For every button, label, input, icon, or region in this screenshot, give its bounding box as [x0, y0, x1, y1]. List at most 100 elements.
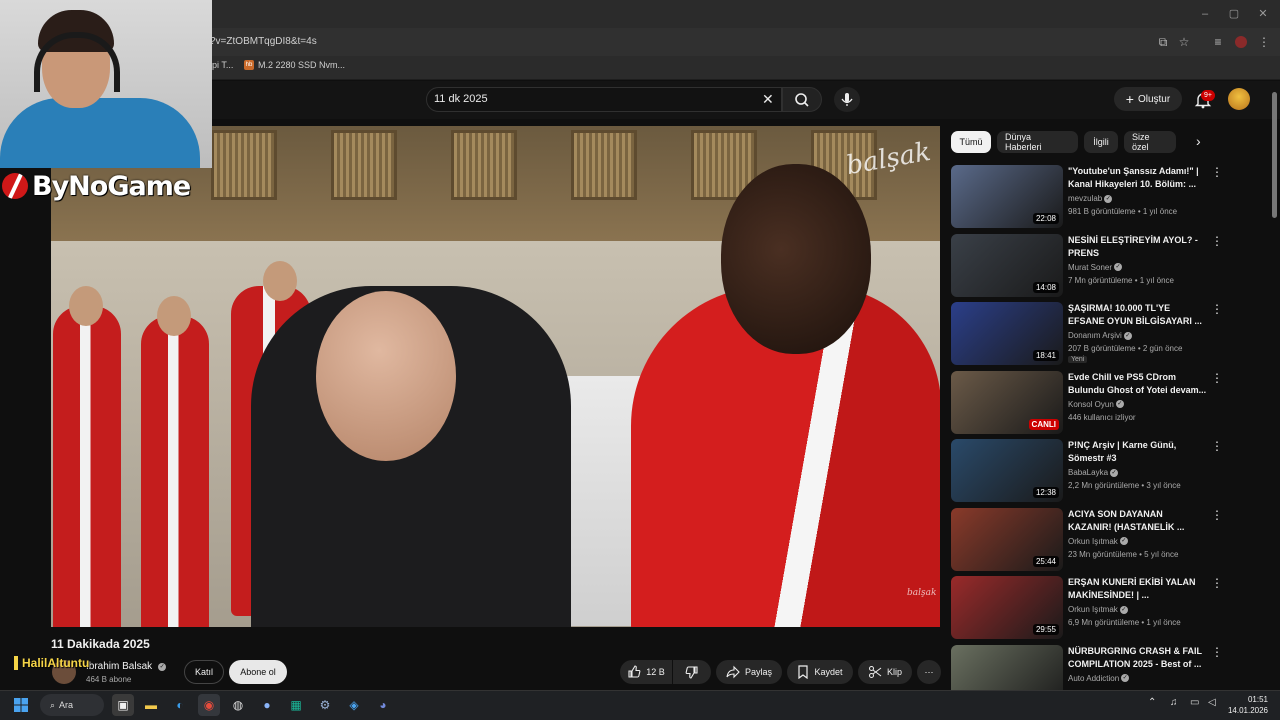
search-button[interactable]	[782, 87, 822, 112]
channel-name[interactable]: BabaLayka	[1068, 468, 1108, 477]
recommended-video[interactable]: 18:41 ŞAŞIRMA! 10.000 TL'YE EFSANE OYUN B…	[951, 302, 1267, 368]
recommended-title[interactable]: "Youtube'un Şanssız Adamı!" | Kanal Hika…	[1068, 165, 1208, 191]
voice-search-button[interactable]	[834, 87, 860, 112]
app-icon[interactable]: ▦	[285, 694, 307, 716]
chrome-icon[interactable]: ◉	[198, 694, 220, 716]
like-button[interactable]: 12 B	[620, 660, 672, 684]
recommended-channel[interactable]: Orkun Işıtmak ✓	[1068, 537, 1128, 546]
recommended-video[interactable]: 12:38 P!NÇ Arşiv | Karne Günü, Sömestr #3…	[951, 439, 1267, 505]
more-options-icon[interactable]: ⋮	[1211, 439, 1223, 453]
video-thumbnail[interactable]: 25:44	[951, 507, 1063, 571]
recommended-title[interactable]: NESİNİ ELEŞTİREYİM AYOL? - PRENS	[1068, 234, 1208, 260]
channel-name[interactable]: mevzulab	[1068, 194, 1102, 203]
close-window-icon[interactable]: ✕	[1254, 6, 1272, 22]
save-button[interactable]: Kaydet	[787, 660, 853, 684]
windows-start-icon[interactable]	[10, 694, 32, 716]
recommended-title[interactable]: ŞAŞIRMA! 10.000 TL'YE EFSANE OYUN BİLGİS…	[1068, 302, 1208, 328]
chevron-up-icon[interactable]: ⌃	[1148, 697, 1156, 708]
more-options-icon[interactable]: ⋮	[1211, 371, 1223, 385]
recommended-video[interactable]: 29:55 ERŞAN KUNERİ EKİBİ YALAN MAKİNESİND…	[951, 576, 1267, 642]
chip-related[interactable]: İlgili	[1084, 131, 1118, 153]
more-options-icon[interactable]: ⋮	[1211, 508, 1223, 522]
recommended-title[interactable]: Evde Chill ve PS5 CDrom Bulundu Ghost of…	[1068, 371, 1208, 397]
account-avatar[interactable]	[1228, 88, 1250, 110]
network-icon[interactable]: ▭	[1190, 697, 1199, 708]
bookmark-item[interactable]: hb M.2 2280 SSD Nvm...	[244, 60, 345, 70]
notification-badge: 9+	[1201, 90, 1215, 101]
recommended-video[interactable]: 14:08 NESİNİ ELEŞTİREYİM AYOL? - PRENS Mur…	[951, 233, 1267, 300]
discord-icon[interactable]: ◕	[372, 694, 394, 716]
recommended-channel[interactable]: Auto Addiction ✓	[1068, 674, 1130, 683]
chip-for-you[interactable]: Size özel	[1124, 131, 1176, 153]
video-thumbnail[interactable]: 12:38	[951, 439, 1063, 502]
browser-menu-icon[interactable]: ⋮	[1256, 34, 1272, 50]
playlist-icon[interactable]: ≡	[1210, 34, 1226, 50]
more-options-icon[interactable]: ⋮	[1211, 576, 1223, 590]
recommended-video[interactable]: CANLI Evde Chill ve PS5 CDrom Bulundu Gho…	[951, 370, 1267, 437]
subscriber-count: 464 B abone	[86, 675, 132, 684]
bookmark-star-icon[interactable]: ☆	[1176, 34, 1192, 50]
volume-icon[interactable]: ◁	[1208, 697, 1216, 708]
channel-name[interactable]: Konsol Oyun	[1068, 400, 1114, 409]
more-options-icon[interactable]: ⋮	[1211, 645, 1223, 659]
recommended-channel[interactable]: Konsol Oyun ✓	[1068, 400, 1124, 409]
recommended-channel[interactable]: Murat Soner ✓	[1068, 263, 1123, 272]
chip-all[interactable]: Tümü	[951, 131, 991, 153]
url-text[interactable]: ?v=ZtOBMTqgDI8&t=4s	[210, 36, 317, 47]
microphone-icon[interactable]: ♫	[1170, 697, 1178, 708]
scrollbar[interactable]	[1272, 92, 1277, 218]
recommended-channel[interactable]: BabaLayka ✓	[1068, 468, 1119, 477]
steam-icon[interactable]: ⚙	[314, 694, 336, 716]
video-thumbnail[interactable]: 29:55	[951, 576, 1063, 639]
video-thumbnail[interactable]: CANLI	[951, 370, 1063, 434]
dislike-button[interactable]	[673, 660, 711, 684]
channel-name[interactable]: Orkun Işıtmak	[1068, 537, 1118, 546]
video-scene-panel	[571, 130, 637, 200]
recommended-video[interactable]: 25:44 ACIYA SON DAYANAN KAZANIR! (HASTANE…	[951, 507, 1267, 574]
channel-name[interactable]: Orkun Işıtmak	[1068, 605, 1118, 614]
subscribe-button[interactable]: Abone ol	[229, 660, 287, 684]
minimize-icon[interactable]: –	[1196, 6, 1214, 22]
recommended-channel[interactable]: Orkun Işıtmak ✓	[1068, 605, 1128, 614]
chip-world-news[interactable]: Dünya Haberleri	[997, 131, 1078, 153]
channel-name[interactable]: Auto Addiction	[1068, 674, 1119, 683]
bookmark-item[interactable]: pi T...	[212, 60, 233, 70]
more-options-icon[interactable]: ⋮	[1211, 165, 1223, 179]
more-options-icon[interactable]: ⋮	[1211, 302, 1223, 316]
channel-name[interactable]: Donanım Arşivi	[1068, 331, 1122, 340]
recommended-title[interactable]: P!NÇ Arşiv | Karne Günü, Sömestr #3	[1068, 439, 1208, 465]
channel-name[interactable]: Ibrahim Balsak ✓	[86, 661, 167, 672]
clear-search-icon[interactable]: ✕	[762, 91, 774, 107]
maximize-icon[interactable]: ▢	[1225, 6, 1243, 22]
video-figure-head	[69, 286, 103, 326]
video-thumbnail[interactable]: 14:08	[951, 233, 1063, 297]
taskbar-clock[interactable]: 01:51 14.01.2026	[1226, 694, 1268, 716]
recommended-title[interactable]: ACIYA SON DAYANAN KAZANIR! (HASTANELİK .…	[1068, 508, 1208, 534]
taskbar-search[interactable]: ⌕ Ara	[40, 694, 104, 716]
recommended-channel[interactable]: mevzulab ✓	[1068, 194, 1113, 203]
edge-icon[interactable]: ◐	[169, 694, 191, 716]
video-thumbnail[interactable]: 18:41	[951, 302, 1063, 365]
hb-icon: hb	[244, 60, 254, 70]
share-button[interactable]: Paylaş	[716, 660, 782, 684]
file-explorer-icon[interactable]: ▬	[140, 694, 162, 716]
app-icon[interactable]: ●	[256, 694, 278, 716]
recommended-channel[interactable]: Donanım Arşivi ✓	[1068, 331, 1132, 340]
profile-icon[interactable]	[1233, 34, 1249, 50]
more-options-icon[interactable]: ⋮	[1211, 234, 1223, 248]
app-icon[interactable]: ◍	[227, 694, 249, 716]
clip-button[interactable]: Klip	[858, 660, 912, 684]
taskview-icon[interactable]: ▣	[112, 694, 134, 716]
create-button[interactable]: + Oluştur	[1114, 87, 1182, 111]
recommended-video[interactable]: 22:08 "Youtube'un Şanssız Adamı!" | Kanal…	[951, 165, 1267, 231]
install-app-icon[interactable]: ⧉	[1155, 34, 1171, 50]
chevron-right-icon[interactable]: ›	[1196, 133, 1201, 149]
more-actions-icon[interactable]: ⋯	[917, 660, 941, 684]
recommended-title[interactable]: ERŞAN KUNERİ EKİBİ YALAN MAKİNESİNDE! | …	[1068, 576, 1208, 602]
channel-name[interactable]: Murat Soner	[1068, 263, 1112, 272]
search-query[interactable]: 11 dk 2025	[434, 93, 488, 105]
video-thumbnail[interactable]: 22:08	[951, 165, 1063, 228]
recommended-title[interactable]: NÜRBURGRING CRASH & FAIL COMPILATION 202…	[1068, 645, 1208, 671]
app-icon[interactable]: ◈	[343, 694, 365, 716]
join-button[interactable]: Katıl	[184, 660, 224, 684]
